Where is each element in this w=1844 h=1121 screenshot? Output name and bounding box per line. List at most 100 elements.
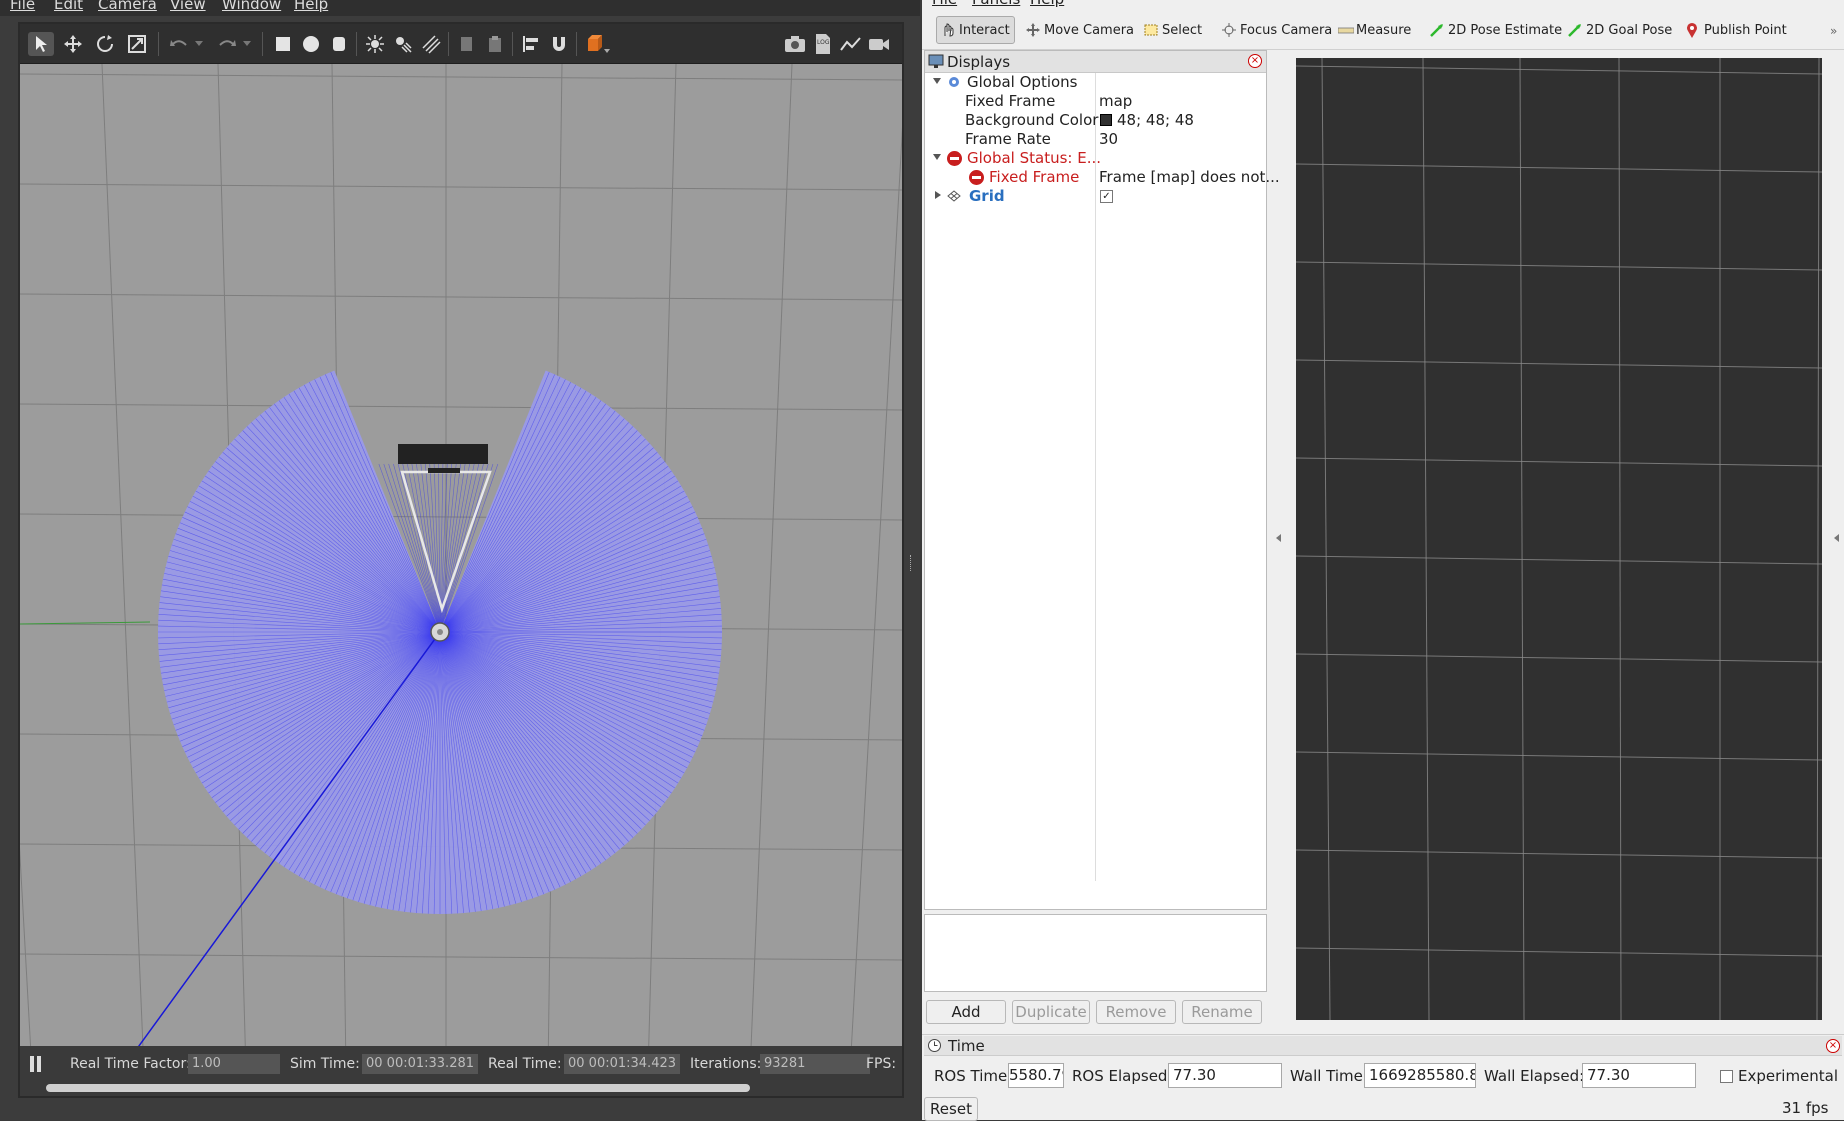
experimental-checkbox[interactable] bbox=[1720, 1070, 1733, 1083]
fixed-frame-label: Fixed Frame bbox=[965, 92, 1056, 110]
expand-arrow-icon[interactable] bbox=[933, 78, 941, 84]
grid-label: Grid bbox=[969, 187, 1005, 205]
robot-lidar-center bbox=[437, 629, 443, 635]
rviz-menu-panels[interactable]: Panels bbox=[972, 0, 1020, 8]
duplicate-button[interactable]: Duplicate bbox=[1012, 1000, 1090, 1024]
rviz-3d-viewport[interactable] bbox=[1296, 58, 1822, 1020]
tree-frame-rate[interactable]: Frame Rate 30 bbox=[925, 130, 1266, 149]
gazebo-horizontal-scrollbar[interactable] bbox=[46, 1084, 750, 1092]
rviz-menu-file[interactable]: File bbox=[932, 0, 957, 8]
gazebo-scene[interactable] bbox=[20, 64, 902, 1072]
point-light-icon[interactable] bbox=[362, 32, 388, 56]
cylinder-shape-icon[interactable] bbox=[326, 32, 352, 56]
rviz-grid[interactable] bbox=[1296, 58, 1822, 1020]
global-status-label: Global Status: E... bbox=[967, 149, 1102, 167]
select-mode-arrow-icon[interactable] bbox=[28, 32, 54, 56]
displays-close-icon[interactable]: × bbox=[1248, 54, 1262, 68]
color-swatch[interactable] bbox=[1100, 114, 1112, 126]
menu-file[interactable]: File bbox=[10, 0, 35, 13]
wall-time-field[interactable]: 1669285580.83 bbox=[1364, 1063, 1476, 1088]
redo-icon[interactable] bbox=[214, 32, 240, 56]
fps-label: FPS: bbox=[866, 1056, 897, 1072]
pause-icon-bar bbox=[37, 1056, 41, 1072]
remove-button[interactable]: Remove bbox=[1096, 1000, 1176, 1024]
pause-icon[interactable] bbox=[30, 1056, 34, 1072]
sim-time-value: 00 00:01:33.281 bbox=[362, 1054, 478, 1074]
background-color-value[interactable]: 48; 48; 48 bbox=[1117, 111, 1194, 129]
log-record-icon[interactable]: LOG bbox=[810, 32, 836, 56]
collapse-left-panel-icon[interactable] bbox=[1276, 534, 1281, 542]
display-description-box bbox=[924, 914, 1267, 992]
toolbar-overflow-icon[interactable]: » bbox=[1830, 24, 1837, 38]
tree-background-color[interactable]: Background Color 48; 48; 48 bbox=[925, 111, 1266, 130]
scale-mode-icon[interactable] bbox=[124, 32, 150, 56]
time-title-bar: Time × bbox=[924, 1036, 1842, 1056]
ros-time-field[interactable]: 5580.79 bbox=[1008, 1063, 1064, 1088]
frame-rate-value[interactable]: 30 bbox=[1099, 130, 1118, 148]
tool-move-camera[interactable]: Move Camera bbox=[1022, 16, 1138, 44]
paste-icon[interactable] bbox=[482, 32, 508, 56]
displays-panel: Displays × Global Options Fixed Frame ma… bbox=[924, 50, 1280, 910]
change-view-icon[interactable] bbox=[582, 32, 614, 56]
time-panel: Time × ROS Time: 5580.79 ROS Elapsed: 77… bbox=[922, 1034, 1844, 1121]
collapse-right-panel-icon[interactable] bbox=[1834, 534, 1839, 542]
iterations-label: Iterations: bbox=[690, 1056, 762, 1072]
menu-help[interactable]: Help bbox=[294, 0, 328, 13]
reset-button[interactable]: Reset bbox=[924, 1097, 978, 1121]
add-button[interactable]: Add bbox=[926, 1000, 1006, 1024]
tree-status-fixed-frame[interactable]: Fixed Frame Frame [map] does not... bbox=[925, 168, 1280, 187]
sphere-shape-icon[interactable] bbox=[298, 32, 324, 56]
ros-elapsed-field[interactable]: 77.30 bbox=[1168, 1063, 1282, 1088]
tool-2d-goal-pose[interactable]: 2D Goal Pose bbox=[1564, 16, 1676, 44]
undo-icon[interactable] bbox=[166, 32, 192, 56]
tree-grid[interactable]: Grid ✓ bbox=[925, 187, 1266, 206]
plot-icon[interactable] bbox=[838, 32, 864, 56]
fps-readout: 31 fps bbox=[1782, 1099, 1829, 1117]
align-icon[interactable] bbox=[518, 32, 544, 56]
svg-text:LOG: LOG bbox=[817, 39, 830, 46]
tool-interact-label: Interact bbox=[959, 22, 1010, 38]
translate-mode-icon[interactable] bbox=[60, 32, 86, 56]
tree-global-options[interactable]: Global Options bbox=[925, 73, 1266, 92]
screenshot-camera-icon[interactable] bbox=[782, 32, 808, 56]
menu-edit[interactable]: Edit bbox=[54, 0, 83, 13]
rename-button[interactable]: Rename bbox=[1182, 1000, 1262, 1024]
monitor-icon bbox=[928, 54, 944, 68]
tree-global-status[interactable]: Global Status: E... bbox=[925, 149, 1266, 168]
tool-2d-pose-estimate[interactable]: 2D Pose Estimate bbox=[1426, 16, 1566, 44]
rviz-menu-help[interactable]: Help bbox=[1030, 0, 1064, 8]
menu-camera[interactable]: Camera bbox=[98, 0, 157, 13]
wall-time-label: Wall Time: bbox=[1290, 1067, 1368, 1085]
gazebo-window: File Edit Camera View Window Help LOG Re… bbox=[0, 0, 920, 1120]
directional-light-icon[interactable] bbox=[418, 32, 444, 56]
video-record-icon[interactable] bbox=[866, 32, 892, 56]
copy-icon[interactable] bbox=[454, 32, 480, 56]
menu-view[interactable]: View bbox=[170, 0, 206, 13]
snap-magnet-icon[interactable] bbox=[546, 32, 572, 56]
tool-measure[interactable]: Measure bbox=[1334, 16, 1415, 44]
gazebo-status-bar: Real Time Factor: 1.00 Sim Time: 00 00:0… bbox=[20, 1046, 902, 1096]
tree-fixed-frame[interactable]: Fixed Frame map bbox=[925, 92, 1266, 111]
spot-light-icon[interactable] bbox=[390, 32, 416, 56]
time-title: Time bbox=[948, 1037, 985, 1055]
rviz-menubar: File Panels Help bbox=[922, 0, 1844, 8]
tool-focus-camera[interactable]: Focus Camera bbox=[1218, 16, 1336, 44]
tool-publish-point[interactable]: Publish Point bbox=[1682, 16, 1791, 44]
gazebo-3d-viewport[interactable] bbox=[20, 64, 902, 1072]
redo-dropdown-icon[interactable] bbox=[240, 32, 254, 56]
grid-enabled-checkbox[interactable]: ✓ bbox=[1100, 190, 1113, 203]
rotate-mode-icon[interactable] bbox=[92, 32, 118, 56]
time-close-icon[interactable]: × bbox=[1826, 1039, 1840, 1053]
undo-dropdown-icon[interactable] bbox=[192, 32, 206, 56]
menu-window[interactable]: Window bbox=[222, 0, 281, 13]
tool-interact[interactable]: Interact bbox=[936, 16, 1015, 44]
expand-arrow-icon[interactable] bbox=[933, 154, 941, 160]
move-camera-icon bbox=[1026, 23, 1040, 37]
tool-select[interactable]: Select bbox=[1140, 16, 1206, 44]
collapse-arrow-icon[interactable] bbox=[935, 191, 941, 199]
wall-elapsed-field[interactable]: 77.30 bbox=[1582, 1063, 1696, 1088]
splitter-handle[interactable] bbox=[910, 555, 912, 571]
fixed-frame-value[interactable]: map bbox=[1099, 92, 1132, 110]
box-shape-icon[interactable] bbox=[270, 32, 296, 56]
status-fixed-frame-message: Frame [map] does not... bbox=[1099, 168, 1280, 186]
